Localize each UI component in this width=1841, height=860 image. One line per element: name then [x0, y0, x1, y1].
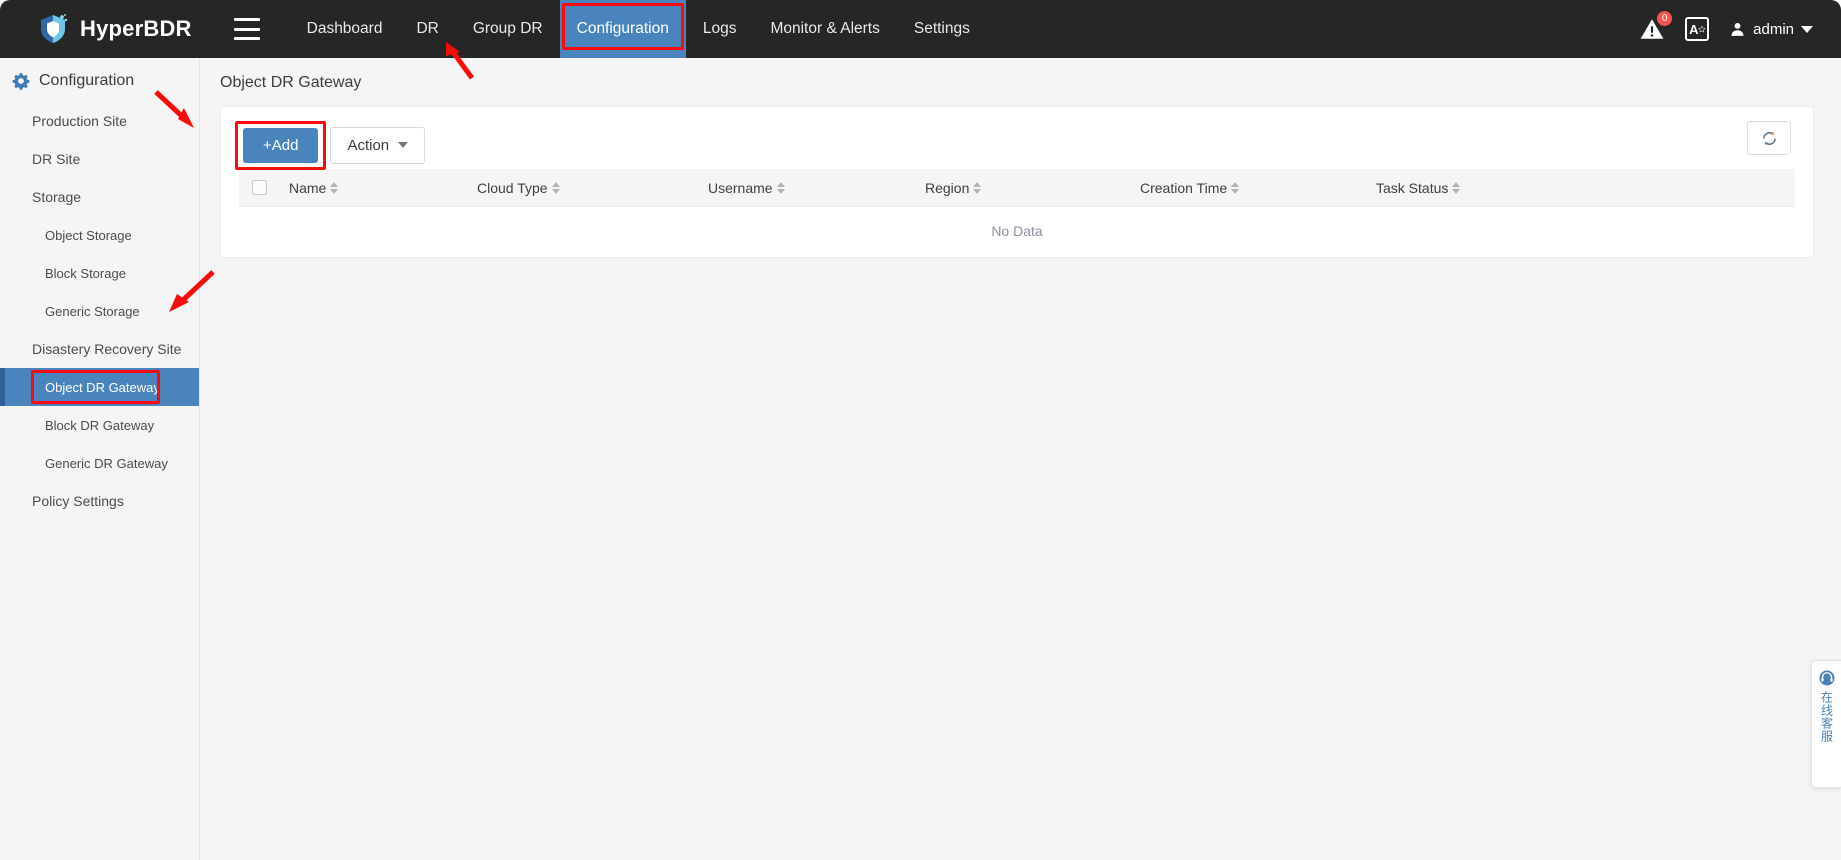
- sidebar-item-object-dr-gateway[interactable]: Object DR Gateway: [0, 368, 199, 406]
- nav-item-settings[interactable]: Settings: [897, 0, 987, 58]
- table-toolbar: +Add Action: [221, 107, 1813, 170]
- sort-toggle-icon[interactable]: [973, 181, 982, 194]
- hamburger-bar: [233, 37, 260, 40]
- shield-icon: [41, 14, 68, 43]
- sidebar-item-block-dr-gateway[interactable]: Block DR Gateway: [0, 406, 199, 444]
- nav-item-dashboard[interactable]: Dashboard: [290, 0, 400, 58]
- sort-toggle-icon[interactable]: [551, 181, 560, 194]
- hamburger-bar: [233, 18, 260, 21]
- column-header-task-status[interactable]: Task Status: [1376, 179, 1461, 196]
- top-nav-items: Dashboard DR Group DR Configuration Logs…: [290, 0, 987, 58]
- select-all-checkbox[interactable]: [252, 180, 267, 195]
- user-name: admin: [1753, 20, 1794, 38]
- sidebar-item-generic-storage[interactable]: Generic Storage: [0, 292, 199, 330]
- column-header-region[interactable]: Region: [925, 180, 1140, 196]
- sort-toggle-icon[interactable]: [1452, 181, 1461, 194]
- add-button[interactable]: +Add: [243, 127, 319, 163]
- column-header-username[interactable]: Username: [708, 180, 925, 196]
- sidebar-item-object-dr-gateway-wrapper: Object DR Gateway: [0, 368, 199, 406]
- sidebar: Configuration Production Site DR Site St…: [0, 58, 200, 860]
- chevron-down-icon: [398, 142, 409, 148]
- user-avatar-icon: [1731, 22, 1744, 36]
- sort-toggle-icon[interactable]: [776, 181, 785, 194]
- column-header-label: Region: [925, 179, 970, 196]
- column-header-label: Name: [289, 179, 327, 196]
- refresh-button[interactable]: [1747, 121, 1791, 155]
- chevron-down-icon: [1801, 25, 1813, 33]
- table-header-row: Name Cloud Type Username Region Creation…: [239, 169, 1795, 207]
- action-dropdown-button[interactable]: Action: [330, 126, 426, 164]
- sidebar-item-dr-site[interactable]: DR Site: [0, 140, 199, 178]
- column-header-label: Cloud Type: [477, 179, 548, 196]
- page-title: Object DR Gateway: [220, 74, 362, 91]
- nav-item-group-dr[interactable]: Group DR: [456, 0, 560, 58]
- alert-badge-count: 0: [1656, 10, 1674, 27]
- nav-item-monitor-alerts[interactable]: Monitor & Alerts: [753, 0, 896, 58]
- user-menu[interactable]: admin: [1729, 21, 1813, 38]
- hamburger-bar: [233, 27, 260, 31]
- top-navigation-bar: HyperBDR Dashboard DR Group DR Configura…: [0, 0, 1841, 58]
- column-header-label: Task Status: [1376, 179, 1449, 196]
- sidebar-item-disastery-recovery-site[interactable]: Disastery Recovery Site: [0, 330, 199, 368]
- sidebar-item-production-site[interactable]: Production Site: [0, 102, 199, 140]
- online-customer-service-widget[interactable]: 在线客服: [1811, 660, 1841, 788]
- online-customer-service-label: 在线客服: [1819, 691, 1834, 743]
- object-dr-gateway-card: +Add Action Name Cloud Type Username Reg…: [220, 106, 1814, 258]
- language-switch-icon[interactable]: A ✩: [1685, 17, 1710, 41]
- nav-item-configuration[interactable]: Configuration: [559, 0, 686, 58]
- brand-name: HyperBDR: [80, 16, 192, 41]
- alert-notification-button[interactable]: 0: [1639, 10, 1674, 42]
- sidebar-header: Configuration: [0, 58, 199, 102]
- sidebar-header-label: Configuration: [39, 72, 135, 89]
- sort-toggle-icon[interactable]: [1231, 181, 1240, 194]
- headset-support-icon: [1819, 670, 1834, 686]
- main-content: Object DR Gateway +Add Action Name Cloud…: [200, 58, 1841, 860]
- nav-item-configuration-wrapper: Configuration: [559, 0, 686, 58]
- sidebar-item-policy-settings[interactable]: Policy Settings: [0, 482, 199, 520]
- hamburger-menu-icon[interactable]: [233, 18, 260, 40]
- gear-config-icon: [12, 73, 30, 90]
- action-dropdown-label: Action: [347, 136, 390, 154]
- add-button-wrapper: +Add: [235, 120, 327, 170]
- sort-toggle-icon[interactable]: [330, 181, 339, 194]
- sidebar-item-object-storage[interactable]: Object Storage: [0, 216, 199, 254]
- nav-item-dr[interactable]: DR: [399, 0, 455, 58]
- column-header-label: Username: [708, 179, 773, 196]
- nav-item-logs[interactable]: Logs: [686, 0, 754, 58]
- table-empty-state: No Data: [991, 223, 1043, 239]
- brand-logo-area[interactable]: HyperBDR: [36, 12, 192, 46]
- column-header-cloud-type[interactable]: Cloud Type: [477, 180, 708, 196]
- column-header-creation-time[interactable]: Creation Time: [1140, 180, 1376, 196]
- top-nav-right-actions: 0 A ✩ admin: [1639, 10, 1813, 42]
- sidebar-item-generic-dr-gateway[interactable]: Generic DR Gateway: [0, 444, 199, 482]
- refresh-icon: [1762, 131, 1776, 145]
- sidebar-item-storage[interactable]: Storage: [0, 178, 199, 216]
- sidebar-item-block-storage[interactable]: Block Storage: [0, 254, 199, 292]
- column-header-name[interactable]: Name: [289, 180, 477, 196]
- column-header-label: Creation Time: [1140, 179, 1228, 196]
